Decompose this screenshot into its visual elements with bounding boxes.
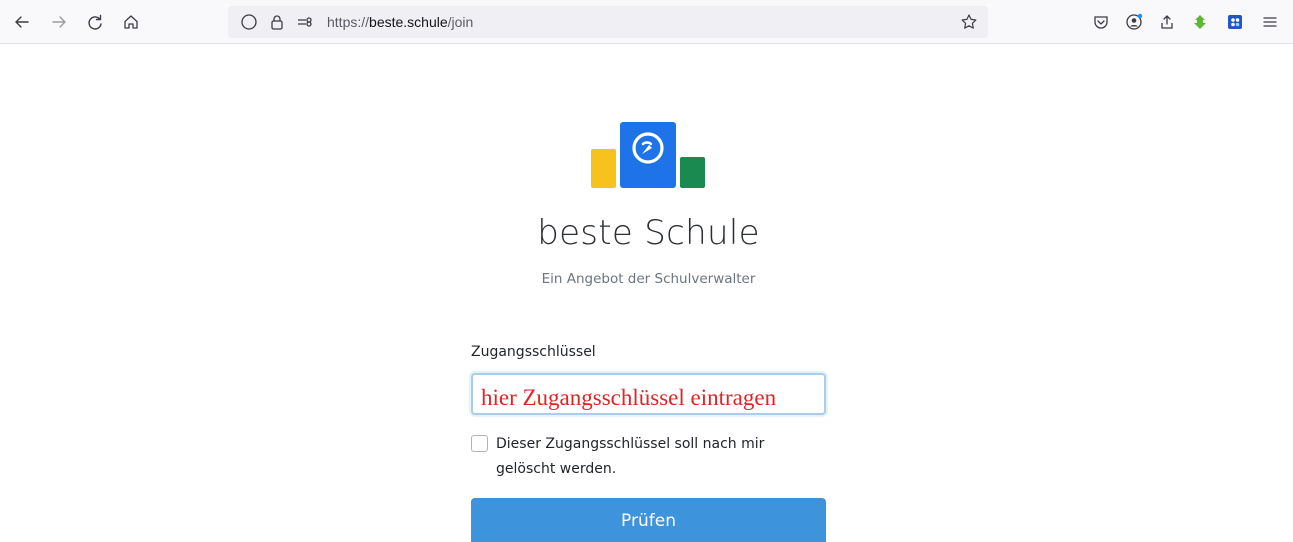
download-extension-icon[interactable] (1186, 8, 1214, 36)
access-key-input[interactable] (473, 375, 824, 413)
beste-schule-logo (591, 122, 705, 188)
back-icon[interactable] (8, 8, 36, 36)
extension-icon[interactable] (1221, 8, 1249, 36)
share-icon[interactable] (1153, 8, 1181, 36)
delete-key-checkbox-label[interactable]: Dieser Zugangsschlüssel soll nach mir ge… (496, 432, 816, 482)
account-icon[interactable] (1120, 8, 1148, 36)
forward-icon[interactable] (45, 8, 73, 36)
logo-green-bar (680, 157, 705, 188)
reload-icon[interactable] (81, 8, 109, 36)
logo-blue-block (620, 122, 676, 188)
permissions-icon[interactable] (296, 13, 314, 31)
brand-title: beste Schule (537, 213, 760, 253)
brand-subtitle: Ein Angebot der Schulverwalter (541, 271, 756, 287)
shield-icon[interactable] (240, 13, 258, 31)
url-prefix: https:// (327, 14, 370, 30)
pocket-icon[interactable] (1087, 8, 1115, 36)
logo-yellow-bar (591, 149, 616, 188)
delete-key-checkbox[interactable] (471, 435, 488, 452)
url-path: /join (447, 14, 474, 30)
url-host: beste.schule (369, 14, 448, 30)
url-bar[interactable]: https://beste.schule/join (228, 6, 988, 38)
url-text[interactable]: https://beste.schule/join (327, 14, 473, 30)
menu-icon[interactable] (1256, 8, 1284, 36)
lock-icon[interactable] (268, 13, 286, 31)
key-field-label: Zugangsschlüssel (471, 344, 596, 360)
bookmark-star-icon[interactable] (960, 13, 978, 31)
home-icon[interactable] (117, 8, 145, 36)
submit-button[interactable]: Prüfen (471, 498, 826, 542)
key-input-wrapper (471, 373, 826, 415)
browser-toolbar: https://beste.schule/join (0, 0, 1293, 44)
